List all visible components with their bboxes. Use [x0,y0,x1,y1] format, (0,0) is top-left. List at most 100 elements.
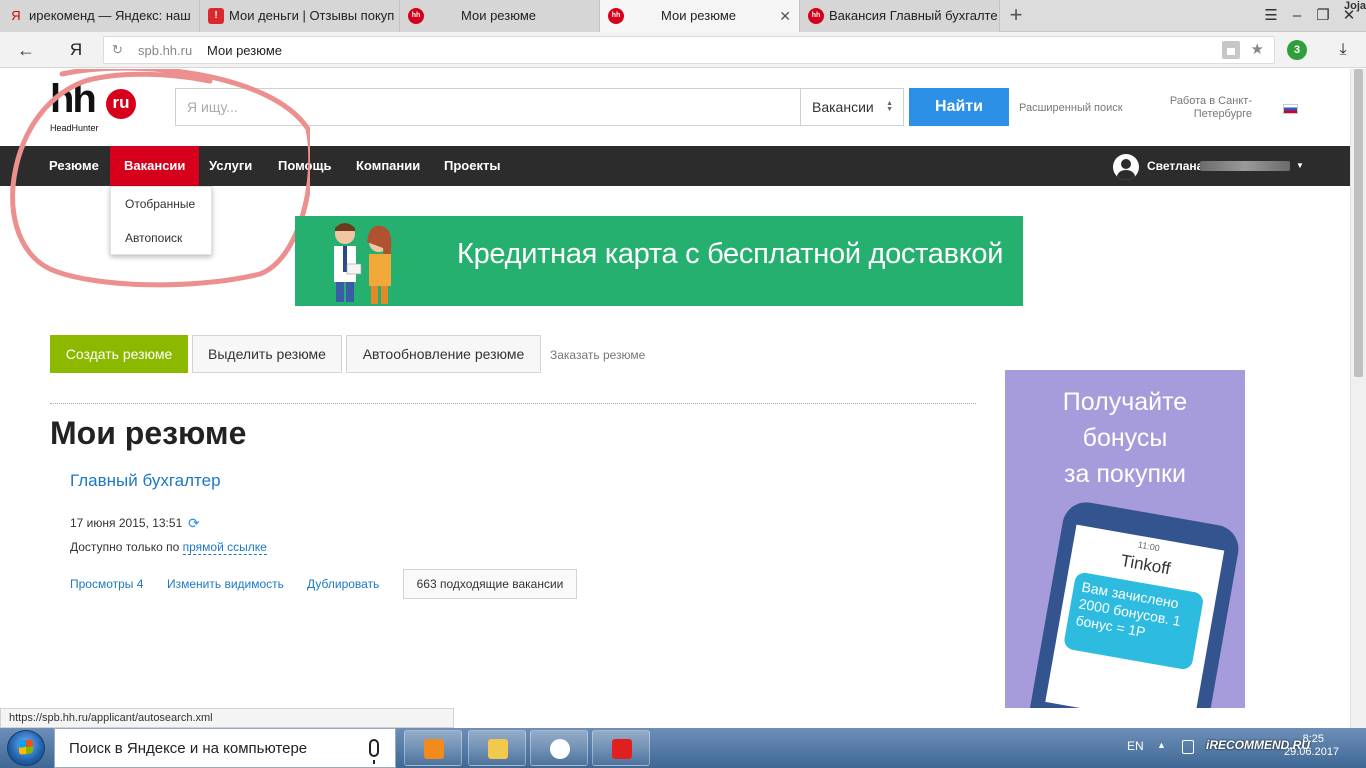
tray-expand-icon[interactable]: ▲ [1157,740,1166,750]
logo-badge: ru [106,89,136,119]
advanced-search-link[interactable]: Расширенный поиск [1019,102,1123,114]
taskbar: Поиск в Яндексе и на компьютере EN ▲ iRE… [0,728,1366,768]
browser-tab[interactable]: hh Мои резюме [400,0,600,32]
browser-tab[interactable]: ! Мои деньги | Отзывы покуп [200,0,400,32]
side-ad-line: за покупки [1064,460,1186,488]
page-title: Мои резюме [50,415,247,451]
tab-title: Мои резюме [661,8,736,23]
main-nav: Резюме Вакансии Услуги Помощь Компании П… [0,146,1350,186]
duplicate-link[interactable]: Дублировать [307,577,379,591]
close-icon[interactable]: ✕ [779,0,791,32]
scrollbar-thumb[interactable] [1354,69,1363,377]
nav-item-help[interactable]: Помощь [264,146,345,186]
clock[interactable]: 8:25 29.06.2017 [1284,733,1340,759]
category-select[interactable]: Вакансии ▲ ▼ [800,88,904,126]
logo-subtitle: HeadHunter [50,123,99,133]
taskbar-app-yandex-browser[interactable] [530,730,588,766]
side-ad-line: бонусы [1082,424,1168,452]
matching-vacancies-button[interactable]: 663 подходящие вакансии [403,569,577,599]
hh-icon: hh [408,8,424,24]
dropdown-item-favorites[interactable]: Отобранные [125,197,195,211]
yandex-icon: Я [11,8,21,23]
change-visibility-link[interactable]: Изменить видимость [167,577,284,591]
resume-title-link[interactable]: Главный бухгалтер [70,471,221,491]
find-button[interactable]: Найти [909,88,1009,126]
browser-tab[interactable]: Я ирекоменд — Яндекс: наш [0,0,200,32]
taskbar-search[interactable]: Поиск в Яндексе и на компьютере [54,728,396,768]
divider [50,403,976,404]
irecommend-icon: ! [208,8,224,24]
address-bar: ← Я ↻ spb.hh.ru Мои резюме ★ 3 ⤓ [0,32,1366,68]
web-page: hh ru HeadHunter Вакансии ▲▼ Найти Расши… [0,69,1350,708]
reload-icon[interactable]: ↻ [112,42,123,58]
avatar[interactable] [1113,154,1139,180]
yandex-browser-icon [550,739,570,759]
access-note: Доступно только по прямой ссылке [70,540,267,555]
yandex-icon [612,739,632,759]
credit-card-banner[interactable]: Кредитная карта с бесплатной доставкой [295,216,1023,306]
hh-logo[interactable]: hh ru HeadHunter [50,77,140,133]
nav-item-companies[interactable]: Компании [342,146,434,186]
taskbar-app-yandex[interactable] [592,730,650,766]
dropdown-item-autosearch[interactable]: Автопоиск [125,231,182,245]
page-scrollbar[interactable] [1350,69,1366,728]
views-link[interactable]: Просмотры 4 [70,577,143,591]
phone-illustration: 11:00 Tinkoff Вам зачислено 2000 бонусов… [1021,498,1243,708]
taskbar-app-explorer[interactable] [468,730,526,766]
yandex-home-button[interactable]: Я [64,38,88,62]
clock-time: 8:25 [1302,733,1324,745]
clock-date: 29.06.2017 [1284,746,1340,758]
language-indicator[interactable]: EN [1127,739,1144,753]
start-button[interactable] [7,730,45,766]
restore-icon[interactable]: ❐ [1312,0,1334,32]
url-field[interactable]: ↻ spb.hh.ru Мои резюме ★ [103,36,1275,64]
microphone-icon[interactable] [369,739,379,764]
new-tab-button[interactable]: + [1004,0,1028,32]
phone-message: Вам зачислено 2000 бонусов. 1 бонус = 1Р [1062,571,1205,671]
order-resume-link[interactable]: Заказать резюме [550,348,645,362]
status-bar-url: https://spb.hh.ru/applicant/autosearch.x… [0,708,454,728]
browser-tab[interactable]: hh Вакансия Главный бухгалте [800,0,1000,32]
chevron-down-icon[interactable]: ▼ [1296,146,1304,186]
region-link[interactable]: Работа в Санкт-Петербурге [1162,95,1252,121]
direct-link[interactable]: прямой ссылке [182,540,267,555]
refresh-icon[interactable]: ⟳ [188,515,200,532]
nav-item-projects[interactable]: Проекты [430,146,514,186]
banner-text: Кредитная карта с бесплатной доставкой [457,238,1004,270]
logo-text: hh [50,77,97,121]
download-icon[interactable]: ⤓ [1333,38,1353,62]
browser-tab-strip: Я ирекоменд — Яндекс: наш ! Мои деньги |… [0,0,1366,32]
browser-tab-active[interactable]: hh Мои резюме ✕ [600,0,800,32]
create-resume-button[interactable]: Создать резюме [50,335,188,373]
media-player-icon [424,739,444,759]
side-ad-line: Получайте [1062,388,1188,416]
menu-icon[interactable]: ☰ [1260,0,1282,32]
tray-device-icon[interactable] [1182,740,1194,754]
tinkoff-side-ad[interactable]: Получайте бонусы за покупки 11:00 Tinkof… [1005,370,1245,708]
explorer-icon [488,739,508,759]
tab-title: Мои деньги | Отзывы покуп [229,8,395,23]
back-arrow-icon[interactable]: ← [14,38,38,62]
tab-title: Мои резюме [461,8,536,23]
taskbar-app-media[interactable] [404,730,462,766]
people-illustration [334,223,392,304]
hh-icon: hh [808,8,824,24]
nav-item-services[interactable]: Услуги [195,146,266,186]
tab-title: Вакансия Главный бухгалте [829,8,998,23]
highlight-resume-button[interactable]: Выделить резюме [192,335,342,373]
page-bottom-area [454,708,1350,728]
nav-item-resume[interactable]: Резюме [35,146,113,186]
side-ad-text: Получайте бонусы за покупки [1005,384,1245,492]
russian-flag-icon[interactable] [1283,104,1298,114]
autoupdate-resume-button[interactable]: Автообновление резюме [346,335,541,373]
nav-item-vacancies[interactable]: Вакансии [110,146,200,186]
search-input[interactable] [176,89,801,125]
lock-icon[interactable] [1222,41,1240,59]
minimize-icon[interactable]: – [1286,0,1308,32]
extension-badge[interactable]: 3 [1287,40,1307,60]
corner-label: Joja [1343,0,1366,12]
bookmark-star-icon[interactable]: ★ [1251,40,1264,58]
vacancies-dropdown: Отобранные Автопоиск [110,186,212,255]
resume-updated-date: 17 июня 2015, 13:51 [70,516,183,530]
taskbar-search-text: Поиск в Яндексе и на компьютере [69,740,308,757]
